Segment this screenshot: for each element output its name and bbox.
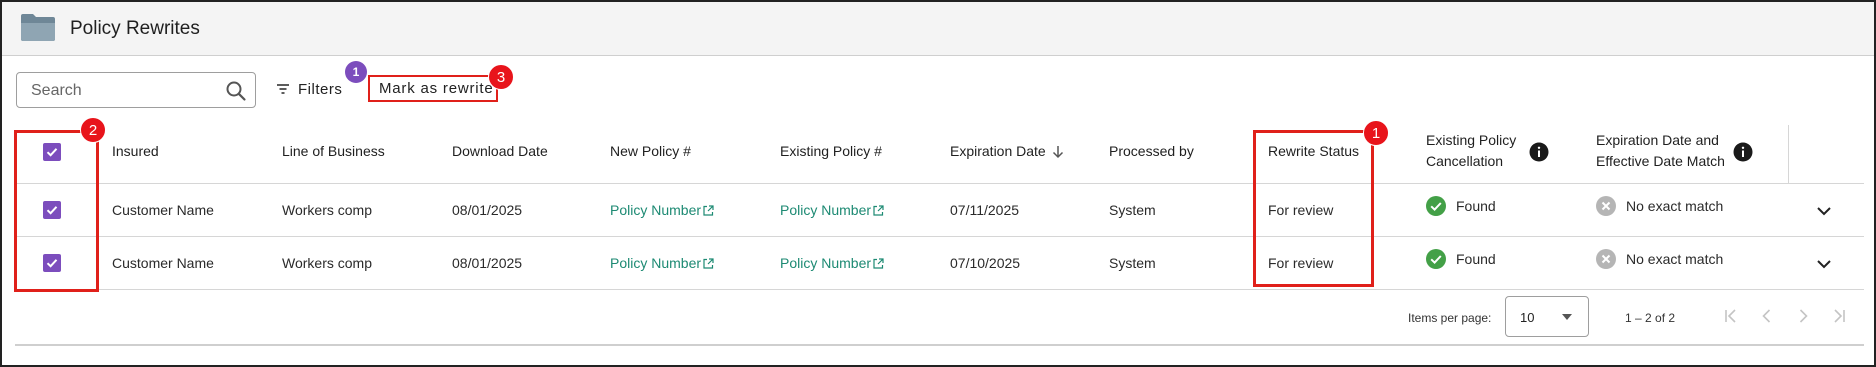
column-divider bbox=[1788, 125, 1789, 184]
date-match-label: No exact match bbox=[1626, 251, 1724, 267]
col-line-of-business[interactable]: Line of Business bbox=[282, 141, 385, 162]
items-per-page-label: Items per page: bbox=[1408, 311, 1492, 325]
new-policy-link-label: Policy Number bbox=[610, 255, 702, 271]
sort-arrow-down-icon[interactable] bbox=[1052, 145, 1064, 159]
cell-cancellation: Found bbox=[1426, 196, 1496, 216]
date-match-label: No exact match bbox=[1626, 198, 1724, 214]
select-column-highlight bbox=[14, 130, 99, 292]
col-match-line1: Expiration Date and bbox=[1596, 132, 1719, 148]
callout-badge: 2 bbox=[80, 117, 106, 143]
existing-policy-link-label: Policy Number bbox=[780, 255, 872, 271]
external-link-icon bbox=[873, 258, 884, 269]
col-download-date[interactable]: Download Date bbox=[452, 141, 548, 162]
rewrite-status-highlight bbox=[1253, 130, 1374, 287]
col-existing-policy-cancellation[interactable]: Existing Policy Cancellation bbox=[1426, 130, 1516, 172]
col-existing-policy[interactable]: Existing Policy # bbox=[780, 141, 882, 162]
cell-date-match: No exact match bbox=[1596, 196, 1723, 216]
page-range-label: 1 – 2 of 2 bbox=[1625, 311, 1676, 325]
col-expiration-effective-match[interactable]: Expiration Date and Effective Date Match bbox=[1596, 130, 1725, 172]
cell-line-of-business: Workers comp bbox=[282, 255, 372, 271]
mark-as-rewrite-button[interactable]: Mark as rewrite bbox=[368, 75, 498, 102]
search-box[interactable] bbox=[16, 72, 256, 108]
cancellation-label: Found bbox=[1456, 251, 1496, 267]
items-per-page-select[interactable]: 10 bbox=[1505, 296, 1589, 337]
search-icon[interactable] bbox=[225, 80, 247, 102]
check-circle-icon bbox=[1426, 196, 1446, 216]
cancellation-label: Found bbox=[1456, 198, 1496, 214]
cell-insured: Customer Name bbox=[112, 202, 214, 218]
check-circle-icon bbox=[1426, 249, 1446, 269]
existing-policy-link[interactable]: Policy Number bbox=[780, 202, 884, 218]
chevron-down-icon[interactable] bbox=[1816, 206, 1832, 216]
x-circle-icon bbox=[1596, 249, 1616, 269]
filters-label: Filters bbox=[298, 80, 343, 98]
callout-badge: 3 bbox=[488, 64, 514, 90]
page-title: Policy Rewrites bbox=[70, 18, 200, 39]
info-icon[interactable] bbox=[1529, 142, 1549, 162]
caret-down-icon bbox=[1562, 314, 1572, 320]
external-link-icon bbox=[703, 258, 714, 269]
col-new-policy[interactable]: New Policy # bbox=[610, 141, 691, 162]
col-insured[interactable]: Insured bbox=[112, 141, 159, 162]
last-page-icon[interactable] bbox=[1829, 306, 1849, 326]
cell-expiration-date: 07/11/2025 bbox=[950, 202, 1020, 218]
cell-download-date: 08/01/2025 bbox=[452, 202, 523, 218]
search-input[interactable] bbox=[31, 81, 211, 101]
cell-download-date: 08/01/2025 bbox=[452, 255, 523, 271]
col-match-line2: Effective Date Match bbox=[1596, 153, 1725, 169]
existing-policy-link-label: Policy Number bbox=[780, 202, 872, 218]
existing-policy-link[interactable]: Policy Number bbox=[780, 255, 884, 271]
info-icon[interactable] bbox=[1733, 142, 1753, 162]
external-link-icon bbox=[873, 205, 884, 216]
cell-insured: Customer Name bbox=[112, 255, 214, 271]
col-processed-by[interactable]: Processed by bbox=[1109, 141, 1194, 162]
col-expiration-date[interactable]: Expiration Date bbox=[950, 141, 1064, 162]
external-link-icon bbox=[703, 205, 714, 216]
new-policy-link[interactable]: Policy Number bbox=[610, 202, 714, 218]
filters-button[interactable]: Filters bbox=[276, 78, 342, 100]
cell-date-match: No exact match bbox=[1596, 249, 1723, 269]
cell-line-of-business: Workers comp bbox=[282, 202, 372, 218]
cell-processed-by: System bbox=[1109, 255, 1156, 271]
first-page-icon[interactable] bbox=[1721, 306, 1741, 326]
cell-cancellation: Found bbox=[1426, 249, 1496, 269]
folder-icon bbox=[21, 14, 55, 41]
filters-count-badge: 1 bbox=[345, 61, 367, 83]
cell-expiration-date: 07/10/2025 bbox=[950, 255, 1021, 271]
new-policy-link[interactable]: Policy Number bbox=[610, 255, 714, 271]
filter-icon bbox=[277, 84, 289, 94]
col-cancellation-line2: Cancellation bbox=[1426, 153, 1504, 169]
cell-processed-by: System bbox=[1109, 202, 1156, 218]
chevron-down-icon[interactable] bbox=[1816, 259, 1832, 269]
new-policy-link-label: Policy Number bbox=[610, 202, 702, 218]
col-cancellation-line1: Existing Policy bbox=[1426, 132, 1517, 148]
previous-page-icon[interactable] bbox=[1757, 306, 1777, 326]
callout-badge: 1 bbox=[1363, 120, 1389, 146]
col-expiration-date-label: Expiration Date bbox=[950, 143, 1046, 159]
page-header: Policy Rewrites bbox=[2, 2, 1874, 56]
items-per-page-value: 10 bbox=[1520, 310, 1535, 325]
x-circle-icon bbox=[1596, 196, 1616, 216]
next-page-icon[interactable] bbox=[1793, 306, 1813, 326]
